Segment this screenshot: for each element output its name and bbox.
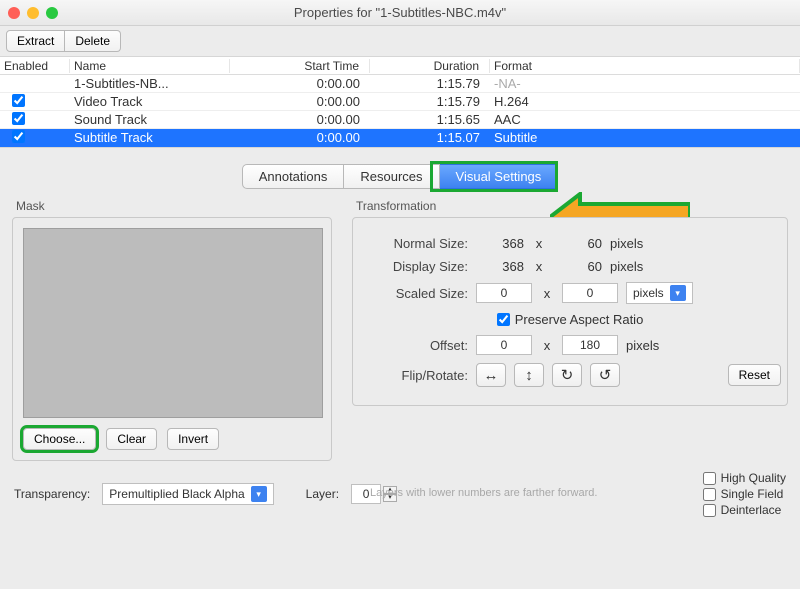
transparency-select[interactable]: Premultiplied Black Alpha ▾	[102, 483, 273, 505]
offset-label: Offset:	[363, 338, 468, 353]
track-start: 0:00.00	[230, 130, 370, 145]
select-arrow-icon: ▾	[251, 486, 267, 502]
table-row[interactable]: 1-Subtitles-NB...0:00.001:15.79-NA-	[0, 75, 800, 93]
settings-panel: Mask Choose... Clear Invert Transformati…	[12, 199, 788, 461]
tab-bar: Annotations Resources Visual Settings	[242, 164, 559, 189]
track-name: Video Track	[70, 94, 230, 109]
transformation-group: Normal Size: 368 x 60 pixels Display Siz…	[352, 217, 788, 406]
display-height: 60	[554, 259, 602, 274]
enabled-checkbox[interactable]	[12, 94, 25, 107]
display-size-label: Display Size:	[363, 259, 468, 274]
track-name: Subtitle Track	[70, 130, 230, 145]
traffic-lights	[8, 7, 58, 19]
delete-button[interactable]: Delete	[65, 30, 121, 52]
table-row[interactable]: Subtitle Track0:00.001:15.07Subtitle	[0, 129, 800, 147]
titlebar: Properties for "1-Subtitles-NBC.m4v"	[0, 0, 800, 26]
flip-vertical-icon[interactable]: ↕	[514, 363, 544, 387]
col-enabled: Enabled	[0, 59, 70, 73]
flip-rotate-label: Flip/Rotate:	[363, 368, 468, 383]
table-row[interactable]: Video Track0:00.001:15.79H.264	[0, 93, 800, 111]
track-name: 1-Subtitles-NB...	[70, 76, 230, 91]
choose-button[interactable]: Choose...	[23, 428, 96, 450]
col-duration: Duration	[370, 59, 490, 73]
high-quality-checkbox[interactable]: High Quality	[703, 471, 786, 485]
reset-button[interactable]: Reset	[728, 364, 781, 386]
normal-size-label: Normal Size:	[363, 236, 468, 251]
scaled-height-input[interactable]: 0	[562, 283, 618, 303]
deinterlace-checkbox[interactable]: Deinterlace	[703, 503, 786, 517]
window-title: Properties for "1-Subtitles-NBC.m4v"	[0, 5, 800, 20]
enabled-checkbox[interactable]	[12, 112, 25, 125]
table-header: Enabled Name Start Time Duration Format	[0, 57, 800, 75]
toolbar: Extract Delete	[0, 26, 800, 56]
transparency-label: Transparency:	[14, 487, 90, 501]
mask-group: Choose... Clear Invert	[12, 217, 332, 461]
scaled-size-label: Scaled Size:	[363, 286, 468, 301]
col-name: Name	[70, 59, 230, 73]
tab-visual-settings[interactable]: Visual Settings	[440, 164, 559, 189]
maximize-icon[interactable]	[46, 7, 58, 19]
flip-horizontal-icon[interactable]: ↔	[476, 363, 506, 387]
track-duration: 1:15.07	[370, 130, 490, 145]
rotate-cw-icon[interactable]: ↻	[552, 363, 582, 387]
tab-annotations[interactable]: Annotations	[242, 164, 345, 189]
tracks-table: Enabled Name Start Time Duration Format …	[0, 56, 800, 148]
col-start: Start Time	[230, 59, 370, 73]
mask-label: Mask	[16, 199, 342, 213]
enabled-checkbox[interactable]	[12, 130, 25, 143]
col-format: Format	[490, 59, 800, 73]
track-format: H.264	[490, 94, 800, 109]
clear-button[interactable]: Clear	[106, 428, 157, 450]
select-arrow-icon: ▾	[670, 285, 686, 301]
track-duration: 1:15.79	[370, 94, 490, 109]
transformation-label: Transformation	[356, 199, 788, 213]
offset-y-input[interactable]: 180	[562, 335, 618, 355]
track-format: -NA-	[490, 76, 800, 91]
extract-button[interactable]: Extract	[6, 30, 65, 52]
normal-width: 368	[476, 236, 524, 251]
track-start: 0:00.00	[230, 76, 370, 91]
preserve-aspect-checkbox[interactable]: Preserve Aspect Ratio	[497, 312, 644, 327]
track-start: 0:00.00	[230, 94, 370, 109]
table-row[interactable]: Sound Track0:00.001:15.65AAC	[0, 111, 800, 129]
normal-height: 60	[554, 236, 602, 251]
tab-resources[interactable]: Resources	[344, 164, 439, 189]
close-icon[interactable]	[8, 7, 20, 19]
track-format: AAC	[490, 112, 800, 127]
invert-button[interactable]: Invert	[167, 428, 219, 450]
layer-label: Layer:	[306, 487, 339, 501]
scaled-width-input[interactable]: 0	[476, 283, 532, 303]
mask-preview	[23, 228, 323, 418]
unit-select[interactable]: pixels ▾	[626, 282, 693, 304]
display-width: 368	[476, 259, 524, 274]
track-start: 0:00.00	[230, 112, 370, 127]
track-duration: 1:15.79	[370, 76, 490, 91]
track-name: Sound Track	[70, 112, 230, 127]
offset-x-input[interactable]: 0	[476, 335, 532, 355]
rotate-ccw-icon[interactable]: ↺	[590, 363, 620, 387]
single-field-checkbox[interactable]: Single Field	[703, 487, 786, 501]
minimize-icon[interactable]	[27, 7, 39, 19]
track-format: Subtitle	[490, 130, 800, 145]
track-duration: 1:15.65	[370, 112, 490, 127]
